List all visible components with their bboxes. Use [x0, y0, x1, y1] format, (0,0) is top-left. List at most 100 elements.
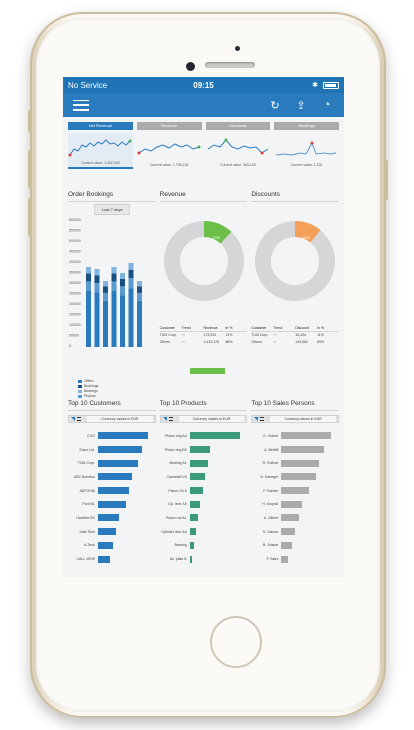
list-item[interactable]: N. Haneger: [251, 470, 339, 484]
item-bar: [189, 528, 196, 536]
list-item[interactable]: Piston ring A4: [160, 429, 248, 443]
list-item[interactable]: Hanelbe BV: [68, 511, 156, 525]
legend-swatch: [78, 379, 82, 383]
earpiece-speaker: [205, 62, 255, 68]
list-item[interactable]: B. Jolaine: [251, 539, 339, 553]
home-button[interactable]: [210, 616, 262, 668]
list-item[interactable]: Piston rod A1: [160, 511, 248, 525]
y-tick-label: 400000: [69, 260, 81, 264]
booking-bar-segment[interactable]: [111, 281, 117, 291]
power-button[interactable]: [385, 160, 388, 200]
list-item[interactable]: Cyl. liner A5: [160, 497, 248, 511]
item-bar: [98, 541, 113, 549]
dashboard-gauge-icon[interactable]: ◔: [320, 98, 334, 112]
status-bar: No Service 09:15 ✱: [63, 77, 344, 93]
list-item[interactable]: Bearing A1: [160, 456, 248, 470]
donut-base: [255, 221, 336, 301]
booking-bar-segment[interactable]: [103, 292, 108, 301]
list-item[interactable]: Piston ring B5: [160, 443, 248, 457]
list-item[interactable]: F. Ramier: [251, 484, 339, 498]
list-item[interactable]: ABC Bonetus: [68, 470, 156, 484]
booking-bar-segment[interactable]: [86, 273, 91, 282]
list-item[interactable]: Ford NL: [68, 497, 156, 511]
booking-bar-segment[interactable]: [137, 286, 142, 293]
list-item[interactable]: Bearing: [160, 539, 248, 553]
filter-icon[interactable]: [71, 417, 75, 421]
booking-bar-segment[interactable]: [120, 278, 125, 287]
booking-bar-segment[interactable]: [94, 292, 100, 347]
item-bar: [281, 514, 299, 522]
date-range-button[interactable]: Last 7 days: [94, 204, 131, 215]
booking-bar-segment[interactable]: [103, 281, 108, 287]
booking-bar-segment[interactable]: [94, 283, 100, 293]
booking-bar-segment[interactable]: [128, 263, 134, 270]
booking-bar-segment[interactable]: [137, 300, 142, 347]
kpi-tab-label: Discounts: [205, 122, 271, 130]
list-item[interactable]: TUM Corp.: [68, 456, 156, 470]
table-row[interactable]: TUM Corp. 〰 173,534 12%: [160, 332, 248, 339]
kpi-tab-label: Net Revenue: [68, 122, 133, 130]
booking-bar-segment[interactable]: [103, 286, 108, 293]
y-tick-label: 350000: [69, 271, 81, 275]
booking-bar-segment[interactable]: [120, 286, 125, 296]
list-item[interactable]: Air. plate B: [160, 552, 248, 566]
filter-icon[interactable]: [162, 417, 167, 421]
list-item[interactable]: Piston G4.5: [160, 484, 248, 498]
item-bar: [98, 473, 132, 481]
booking-bar-segment[interactable]: [103, 300, 108, 347]
booking-bar-segment[interactable]: [128, 278, 134, 289]
volume-down-button[interactable]: [28, 198, 31, 236]
list-item[interactable]: A-Tech: [68, 539, 156, 553]
list-item[interactable]: CALL VIEW: [68, 552, 156, 566]
booking-bar-segment[interactable]: [137, 292, 142, 301]
list-item[interactable]: P. Bairs: [251, 552, 339, 566]
booking-bar-segment[interactable]: [86, 291, 91, 347]
volume-up-button[interactable]: [28, 150, 31, 188]
item-label: CGG: [87, 433, 95, 438]
list-item[interactable]: Cylinder liner A6: [160, 525, 248, 539]
list-item[interactable]: ADFGHIA: [68, 484, 156, 498]
list-item[interactable]: H. Krupski: [251, 497, 339, 511]
legend-item: Pistons: [78, 394, 98, 398]
item-bar: [281, 432, 332, 440]
mute-switch[interactable]: [28, 110, 31, 132]
booking-bar-segment[interactable]: [86, 281, 91, 291]
list-view-icon[interactable]: [260, 417, 265, 421]
list-item[interactable]: Camshaft V6: [160, 470, 248, 484]
item-label: Bearing A1: [169, 461, 187, 466]
revenue-action-button[interactable]: [189, 368, 225, 374]
booking-bar-segment[interactable]: [137, 281, 142, 287]
refresh-icon[interactable]: ↻: [268, 98, 282, 112]
y-tick-label: 0: [69, 344, 71, 348]
list-item[interactable]: G. Hobert: [251, 429, 339, 443]
share-icon[interactable]: ⇪: [294, 98, 308, 112]
list-item[interactable]: A. Bethiff: [251, 443, 339, 457]
menu-icon[interactable]: [73, 99, 89, 111]
table-row[interactable]: Others 〰 1,432,124 88%: [160, 339, 248, 346]
booking-bar-segment[interactable]: [128, 269, 134, 279]
list-item[interactable]: Kate Tech: [68, 525, 156, 539]
booking-bar-segment[interactable]: [111, 273, 117, 282]
list-item[interactable]: Solun Ltd.: [68, 443, 156, 457]
booking-bar-segment[interactable]: [120, 273, 125, 279]
kpi-sparkline-box: Current value: 1,432,000: [68, 133, 133, 169]
booking-bar-segment[interactable]: [94, 275, 100, 284]
list-view-icon[interactable]: [168, 417, 173, 421]
table-row[interactable]: Others 〰 149,562 89%: [251, 339, 339, 346]
booking-bar-segment[interactable]: [111, 291, 117, 347]
booking-bar-segment[interactable]: [120, 295, 125, 347]
list-item[interactable]: S. Jolmon: [251, 525, 339, 539]
table-row[interactable]: TUM Corp. 〰 18,434 11%: [251, 332, 339, 339]
booking-bar-segment[interactable]: [128, 288, 134, 347]
item-label: Cyl. liner A5: [167, 502, 187, 507]
booking-bar-segment[interactable]: [86, 267, 91, 274]
table-cell: Others: [159, 340, 171, 344]
booking-bar-segment[interactable]: [94, 269, 100, 276]
list-item[interactable]: CGG: [68, 429, 156, 443]
booking-bar-segment[interactable]: [111, 267, 117, 274]
item-label: N. Haneger: [260, 474, 279, 479]
list-view-icon[interactable]: [77, 417, 81, 421]
list-item[interactable]: A. Gilbert: [251, 511, 339, 525]
list-item[interactable]: R. Rothoir: [251, 456, 339, 470]
filter-icon[interactable]: [254, 417, 259, 421]
